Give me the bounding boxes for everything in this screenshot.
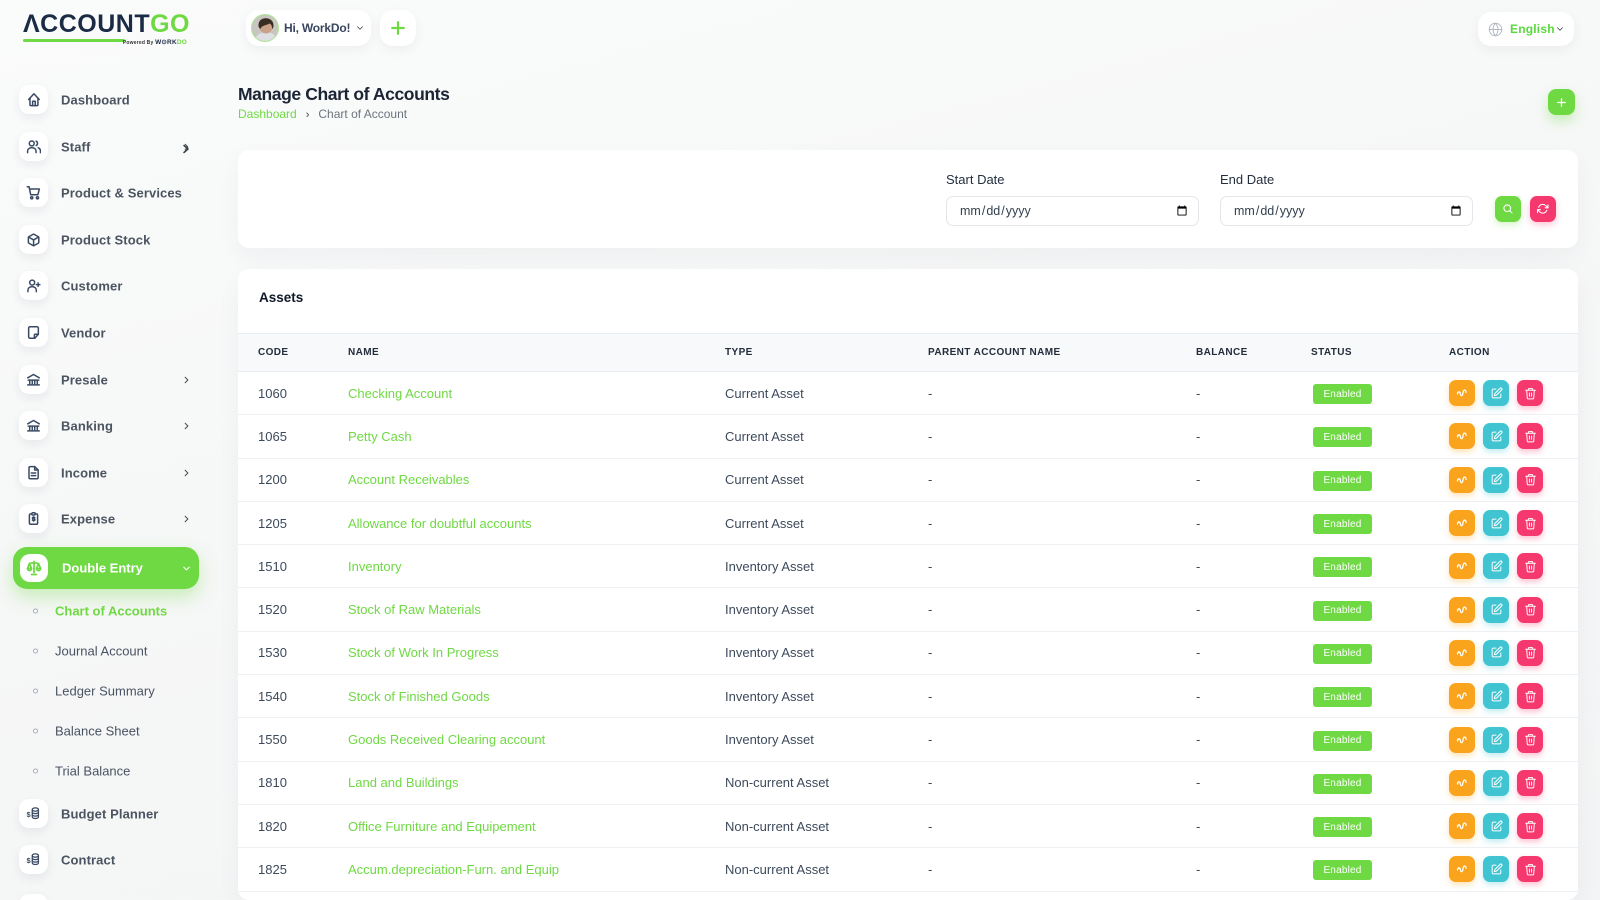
svg-text:$: $ (26, 810, 31, 819)
svg-text:$: $ (26, 856, 31, 865)
